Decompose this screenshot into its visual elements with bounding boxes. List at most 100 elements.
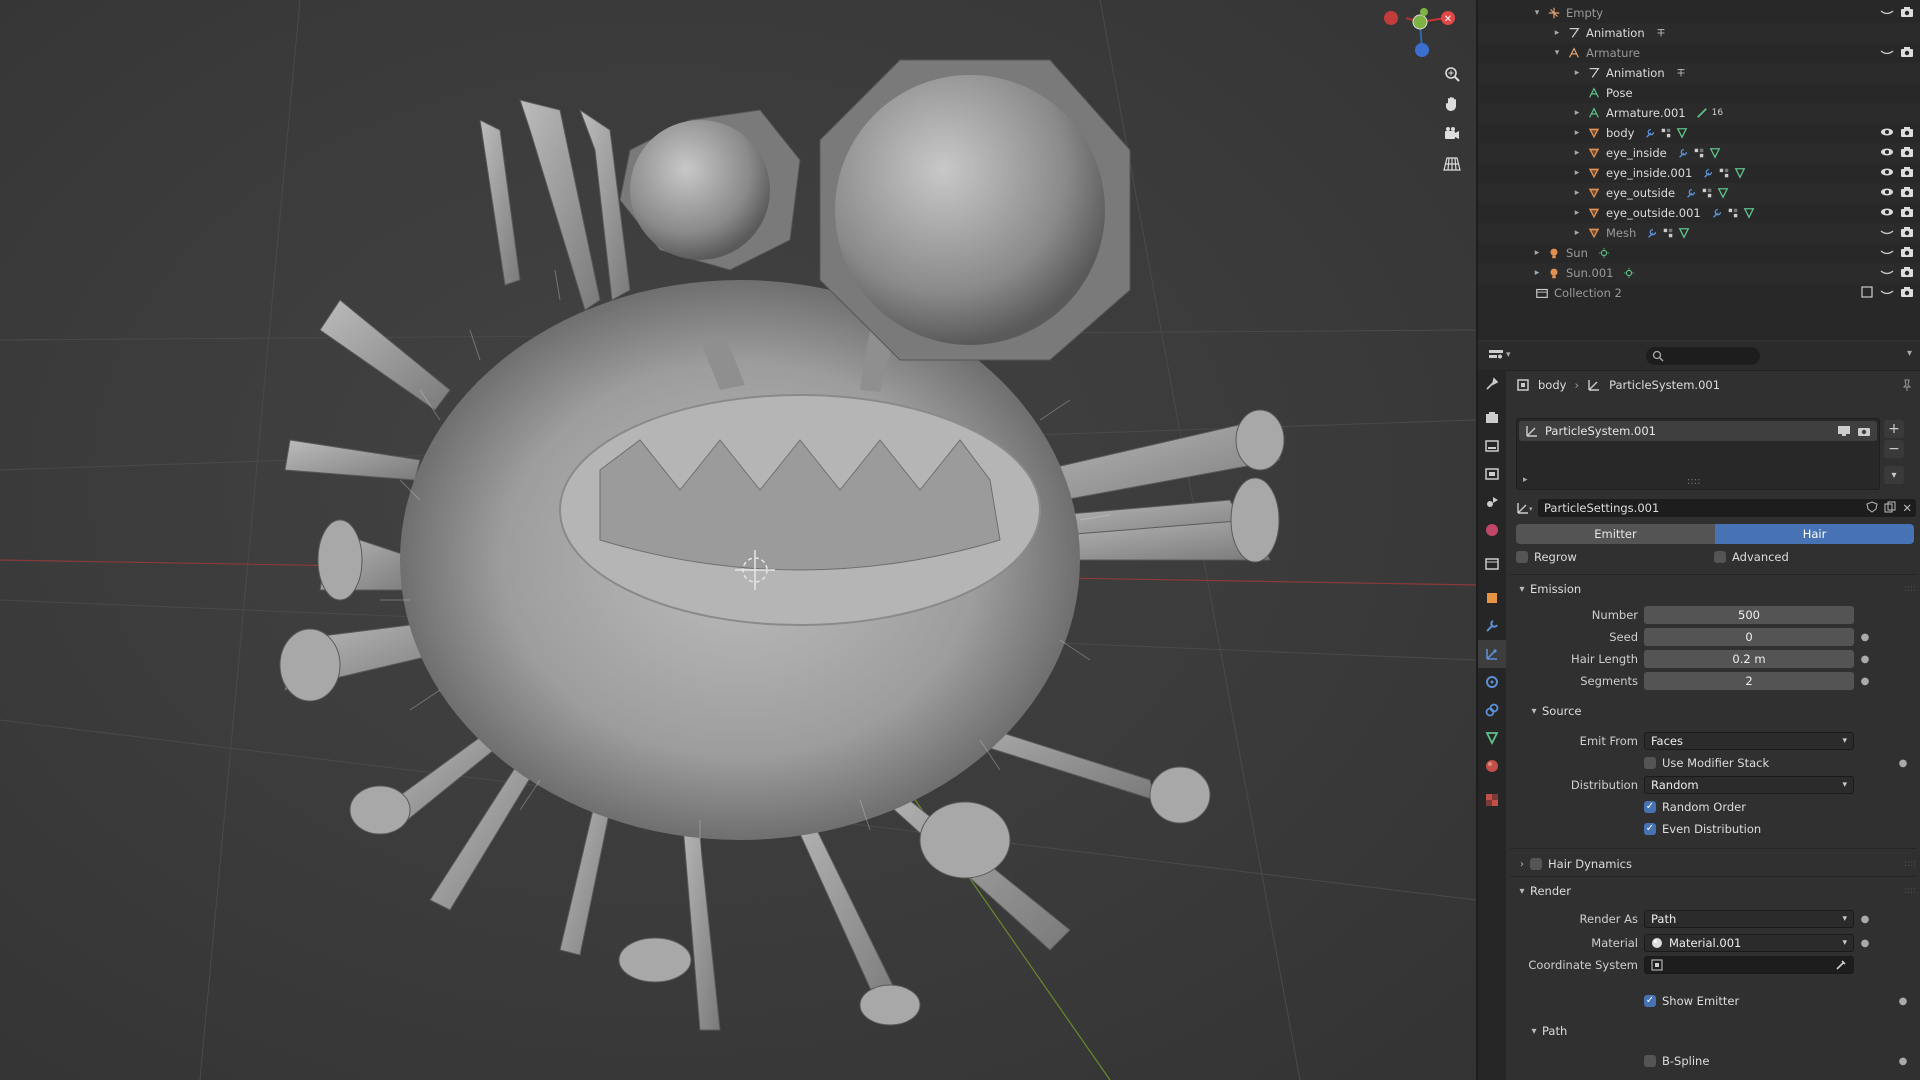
render-as-dropdown[interactable]: Path ▾	[1644, 910, 1854, 928]
checkbox-box[interactable]	[1714, 551, 1726, 563]
checkbox-box[interactable]	[1644, 1055, 1656, 1067]
duplicate-icon[interactable]	[1884, 501, 1896, 513]
expand-arrow-icon[interactable]: ▸	[1532, 248, 1542, 258]
drag-handle-icon[interactable]: ::::	[1904, 886, 1916, 896]
keyframe-dot-icon[interactable]: ●	[1860, 632, 1870, 643]
hair-length-field[interactable]: 0.2 m	[1644, 650, 1854, 668]
keyframe-dot-icon[interactable]: ●	[1860, 914, 1870, 925]
eye-closed-icon[interactable]	[1880, 45, 1894, 59]
camera-icon[interactable]	[1900, 245, 1914, 259]
tab-output[interactable]	[1478, 432, 1506, 460]
particle-settings-name-field[interactable]: ParticleSettings.001 ✕	[1538, 499, 1916, 517]
camera-icon[interactable]	[1900, 165, 1914, 179]
expand-arrow-icon[interactable]: ▸	[1523, 475, 1528, 485]
keyframe-dot-icon[interactable]: ●	[1898, 1056, 1908, 1067]
particle-system-list[interactable]: ParticleSystem.001 ▸ ::::	[1516, 418, 1880, 490]
drag-handle-icon[interactable]: ::::	[1904, 584, 1916, 594]
camera-icon[interactable]	[1900, 185, 1914, 199]
eye-closed-icon[interactable]	[1880, 265, 1894, 279]
advanced-checkbox[interactable]: Advanced	[1714, 550, 1789, 564]
emit-from-dropdown[interactable]: Faces ▾	[1644, 732, 1854, 750]
outliner-item[interactable]: ▾ Armature	[1478, 43, 1920, 63]
tab-particles[interactable]	[1478, 640, 1506, 668]
checkbox-box[interactable]	[1644, 823, 1656, 835]
random-order-checkbox[interactable]: Random Order	[1644, 800, 1746, 814]
keyframe-dot-icon[interactable]: ●	[1898, 996, 1908, 1007]
type-emitter-button[interactable]: Emitter	[1516, 524, 1715, 544]
b-spline-checkbox[interactable]: B-Spline	[1644, 1054, 1709, 1068]
expand-arrow-icon[interactable]: ▾	[1532, 8, 1542, 18]
type-hair-button[interactable]: Hair	[1715, 524, 1914, 544]
outliner-item[interactable]: ▸ eye_inside	[1478, 143, 1920, 163]
tab-world[interactable]	[1478, 516, 1506, 544]
keyframe-dot-icon[interactable]: ●	[1860, 654, 1870, 665]
properties-search-input[interactable]	[1646, 347, 1760, 365]
tab-scene[interactable]	[1478, 488, 1506, 516]
keyframe-dot-icon[interactable]: ●	[1898, 758, 1908, 769]
hair-dynamics-checkbox[interactable]	[1530, 858, 1542, 870]
tab-constraints[interactable]	[1478, 696, 1506, 724]
seed-field[interactable]: 0	[1644, 628, 1854, 646]
camera-icon[interactable]	[1900, 45, 1914, 59]
expand-arrow-icon[interactable]: ▸	[1552, 28, 1562, 38]
outliner[interactable]: ▾ Empty ▸ Animation ▾ Armature ▸ Animation Pose ▸…	[1478, 0, 1920, 340]
tab-texture[interactable]	[1478, 786, 1506, 814]
3d-viewport[interactable]: ✕	[0, 0, 1476, 1080]
tab-data[interactable]	[1478, 724, 1506, 752]
expand-arrow-icon[interactable]: ▸	[1572, 208, 1582, 218]
eye-closed-icon[interactable]	[1880, 225, 1894, 239]
keyframe-dot-icon[interactable]: ●	[1860, 676, 1870, 687]
eye-icon[interactable]	[1880, 125, 1894, 139]
close-icon[interactable]: ✕	[1902, 501, 1912, 515]
list-menu-button[interactable]: ▾	[1884, 466, 1904, 484]
camera-icon[interactable]	[1900, 125, 1914, 139]
outliner-item[interactable]: ▸ body	[1478, 123, 1920, 143]
tab-material[interactable]	[1478, 752, 1506, 780]
distribution-dropdown[interactable]: Random ▾	[1644, 776, 1854, 794]
number-field[interactable]: 500	[1644, 606, 1854, 624]
outliner-item[interactable]: ▸ Animation	[1478, 23, 1920, 43]
material-dropdown[interactable]: Material.001 ▾	[1644, 934, 1854, 952]
camera-view-button[interactable]	[1438, 120, 1466, 148]
drag-handle-icon[interactable]: ::::	[1904, 859, 1916, 869]
perspective-toggle-button[interactable]	[1438, 150, 1466, 178]
outliner-item[interactable]: Pose	[1478, 83, 1920, 103]
keyframe-dot-icon[interactable]: ●	[1860, 938, 1870, 949]
checkbox-box[interactable]	[1644, 995, 1656, 1007]
pin-icon[interactable]	[1900, 378, 1914, 395]
monitor-icon[interactable]	[1837, 425, 1851, 437]
tab-render[interactable]	[1478, 404, 1506, 432]
coordinate-system-field[interactable]	[1644, 956, 1854, 974]
camera-icon[interactable]	[1900, 285, 1914, 299]
outliner-item[interactable]: ▸ eye_inside.001	[1478, 163, 1920, 183]
outliner-item[interactable]: ▸ Sun.001	[1478, 263, 1920, 283]
add-particle-system-button[interactable]: +	[1884, 420, 1904, 438]
tab-physics[interactable]	[1478, 668, 1506, 696]
segments-field[interactable]: 2	[1644, 672, 1854, 690]
even-distribution-checkbox[interactable]: Even Distribution	[1644, 822, 1761, 836]
outliner-item[interactable]: ▸ Sun	[1478, 243, 1920, 263]
tab-collection[interactable]	[1478, 550, 1506, 578]
pan-tool-button[interactable]	[1438, 90, 1466, 118]
hair-dynamics-panel-header[interactable]: › Hair Dynamics ::::	[1514, 853, 1916, 875]
camera-icon[interactable]	[1857, 425, 1871, 437]
outliner-item[interactable]: ▸ Mesh	[1478, 223, 1920, 243]
expand-arrow-icon[interactable]: ▸	[1572, 168, 1582, 178]
camera-icon[interactable]	[1900, 265, 1914, 279]
outliner-item[interactable]: ▸ eye_outside	[1478, 183, 1920, 203]
checkbox-box[interactable]	[1644, 757, 1656, 769]
expand-arrow-icon[interactable]: ▸	[1572, 108, 1582, 118]
expand-arrow-icon[interactable]: ▸	[1572, 148, 1582, 158]
zoom-tool-button[interactable]	[1438, 60, 1466, 88]
tab-object[interactable]	[1478, 584, 1506, 612]
eye-icon[interactable]	[1880, 185, 1894, 199]
path-panel-header[interactable]: ▾ Path	[1526, 1020, 1916, 1042]
outliner-item[interactable]: ▸ Animation	[1478, 63, 1920, 83]
camera-icon[interactable]	[1900, 205, 1914, 219]
remove-particle-system-button[interactable]: −	[1884, 440, 1904, 458]
tab-view-layer[interactable]	[1478, 460, 1506, 488]
list-item[interactable]: ParticleSystem.001	[1519, 421, 1877, 441]
camera-icon[interactable]	[1900, 225, 1914, 239]
particle-settings-selector[interactable]: ▾ ParticleSettings.001 ✕	[1516, 498, 1916, 518]
eye-icon[interactable]	[1880, 205, 1894, 219]
